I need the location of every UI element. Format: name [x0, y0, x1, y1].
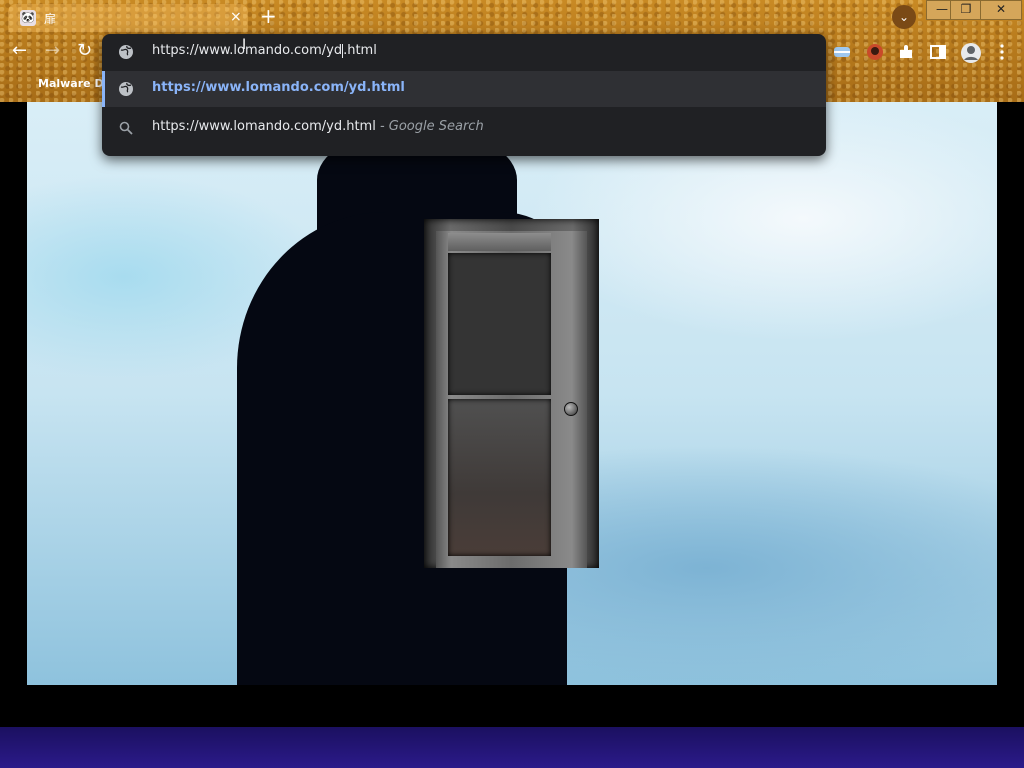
tab-active[interactable]: 🐼 扉 ×: [8, 4, 248, 32]
door-upper-panel: [448, 253, 551, 395]
suggestion-item[interactable]: https://www.lomando.com/yd.html - Google…: [102, 110, 826, 146]
suggestion-item[interactable]: https://www.lomando.com/yd.html: [102, 71, 826, 107]
omnibox-dropdown: https://www.lomando.com/yd.html https://…: [102, 34, 826, 156]
back-button[interactable]: ←: [12, 40, 27, 61]
address-input[interactable]: https://www.lomando.com/yd.html: [152, 43, 377, 58]
new-tab-button[interactable]: +: [260, 4, 277, 28]
search-icon: [118, 120, 134, 136]
mouse-cursor: I: [242, 37, 247, 53]
tab-favicon-icon: 🐼: [20, 10, 36, 26]
menu-icon[interactable]: [992, 42, 1012, 62]
address-bar[interactable]: https://www.lomando.com/yd.html: [102, 34, 826, 70]
flag-icon[interactable]: [832, 42, 852, 62]
tab-title: 扉: [44, 12, 57, 26]
close-window-button[interactable]: ✕: [980, 0, 1022, 20]
profile-pic-icon[interactable]: [865, 42, 885, 62]
door-lower-panel: [448, 399, 551, 556]
door-image[interactable]: [424, 219, 599, 568]
door-top-rail: [448, 233, 551, 251]
globe-icon: [118, 44, 134, 60]
forward-button[interactable]: →: [45, 40, 60, 61]
extensions-icon[interactable]: [896, 42, 916, 62]
globe-icon: [118, 81, 134, 97]
reload-button[interactable]: ↻: [77, 40, 92, 61]
bottom-strip: [0, 727, 1024, 768]
suggestion-url: https://www.lomando.com/yd.html: [152, 80, 405, 95]
page-content: [27, 102, 997, 685]
side-panel-icon[interactable]: [928, 42, 948, 62]
account-icon[interactable]: [960, 42, 981, 63]
door-knob[interactable]: [564, 402, 578, 416]
tab-search-icon[interactable]: ⌄: [892, 5, 916, 29]
restore-button[interactable]: ❐: [950, 0, 982, 20]
tab-close-icon[interactable]: ×: [230, 9, 242, 25]
suggestion-search: https://www.lomando.com/yd.html - Google…: [152, 119, 484, 134]
